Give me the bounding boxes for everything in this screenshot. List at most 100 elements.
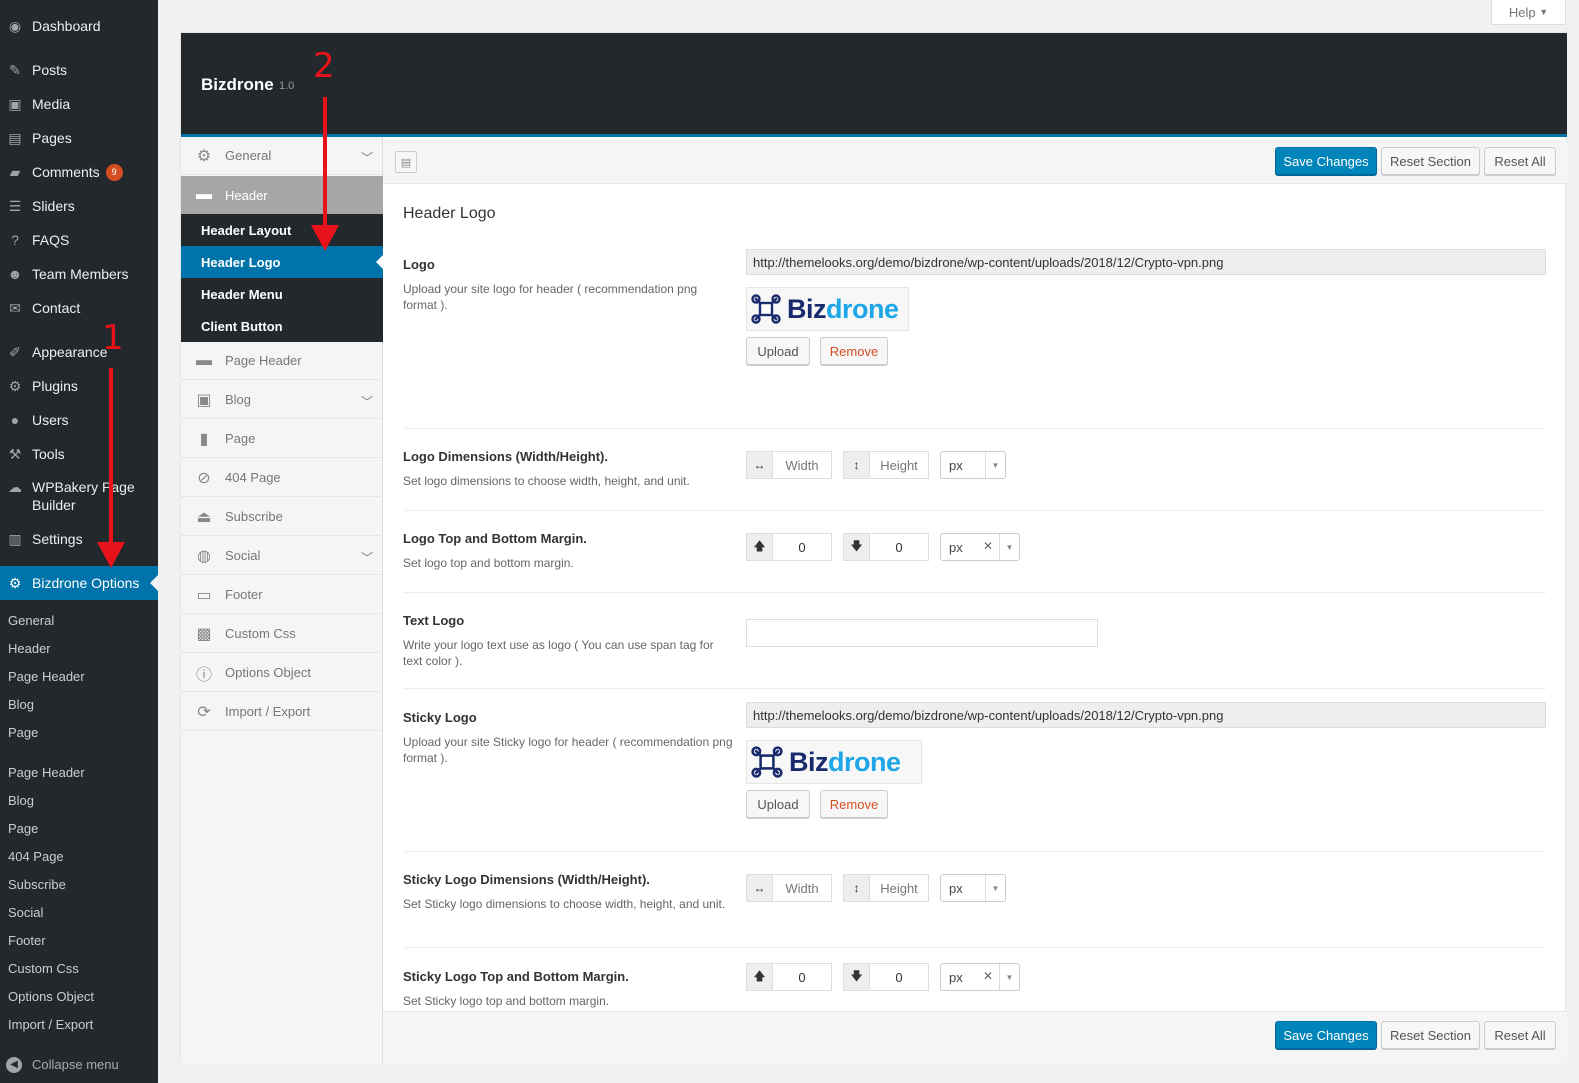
settings-icon: ▥ [8,531,22,547]
field-title: Logo Top and Bottom Margin. [403,531,587,546]
save-changes-button[interactable]: Save Changes [1275,147,1377,175]
submenu-blog[interactable]: Blog [8,697,34,712]
submenu-custom-css[interactable]: Custom Css [8,961,79,976]
dropdown-arrow-icon: ▼ [999,534,1019,560]
arrow-up-icon: 🡅 [747,964,773,990]
options-tab-import-export[interactable]: ⟳ Import / Export [181,693,383,731]
logo-url-field[interactable]: http://themelooks.org/demo/bizdrone/wp-c… [746,249,1546,275]
comment-icon: ▰ [9,164,21,180]
gear-icon: ⚙ [8,575,22,591]
sticky-margin-bottom-input[interactable]: 🡇 0 [843,963,929,991]
reset-all-button[interactable]: Reset All [1484,147,1556,175]
options-tab-header[interactable]: ▬ Header [181,176,383,214]
logo-margin-top-input[interactable]: 🡅 0 [746,533,832,561]
menu-sliders[interactable]: ☰ Sliders [0,189,158,223]
logo-margin-unit-select[interactable]: px ✕ ▼ [940,533,1020,561]
options-tab-custom-css[interactable]: ▩ Custom Css [181,615,383,653]
logo-margin-bottom-input[interactable]: 🡇 0 [843,533,929,561]
sticky-logo-remove-button[interactable]: Remove [820,790,888,818]
submenu-page[interactable]: Page [8,725,38,740]
submenu-blog-2[interactable]: Blog [8,793,34,808]
submenu-page-2[interactable]: Page [8,821,38,836]
sticky-width-input[interactable]: ↔ Width [746,874,832,902]
width-arrows-icon: ↔ [747,452,773,478]
slides-icon: ☰ [8,198,22,214]
menu-tools[interactable]: ⚒ Tools [0,437,158,471]
annotation-number-two: 2 [313,46,335,86]
menu-users[interactable]: ● Users [0,403,158,437]
logo-upload-button[interactable]: Upload [746,337,810,365]
top-action-bar: ▤ Save Changes Reset Section Reset All [383,140,1567,184]
options-subtab-header-logo[interactable]: Header Logo [181,246,383,278]
menu-pages[interactable]: ▤ Pages [0,121,158,155]
save-changes-button-bottom[interactable]: Save Changes [1275,1021,1377,1049]
info-icon: ⓘ [195,666,212,684]
logo-width-input[interactable]: ↔ Width [746,451,832,479]
submenu-subscribe[interactable]: Subscribe [8,877,66,892]
sticky-margin-top-input[interactable]: 🡅 0 [746,963,832,991]
logo-dimension-unit-select[interactable]: px ▼ [940,451,1006,479]
submenu-options-object[interactable]: Options Object [8,989,94,1004]
expand-options-button[interactable]: ▤ [395,151,417,173]
options-tab-footer[interactable]: ▭ Footer [181,576,383,614]
drone-logo-icon [751,294,781,324]
options-tab-404-page[interactable]: ⊘ 404 Page [181,459,383,497]
options-subtab-client-button[interactable]: Client Button [181,310,383,342]
menu-faqs[interactable]: ? FAQS [0,223,158,257]
reset-all-button-bottom[interactable]: Reset All [1484,1021,1556,1049]
sticky-margin-unit-select[interactable]: px ✕ ▼ [940,963,1020,991]
menu-dashboard[interactable]: ◉ Dashboard [0,9,158,43]
options-tab-subscribe[interactable]: ⏏ Subscribe [181,498,383,536]
menu-team-members[interactable]: ☻ Team Members [0,257,158,291]
menu-comments[interactable]: ▰ Comments 9 [0,155,158,189]
submenu-social[interactable]: Social [8,905,43,920]
reset-section-button-bottom[interactable]: Reset Section [1381,1021,1480,1049]
sticky-height-input[interactable]: ↕ Height [843,874,929,902]
collapse-menu-button[interactable]: ◀ Collapse menu [0,1046,158,1083]
menu-contact[interactable]: ✉ Contact [0,291,158,325]
menu-wpbakery[interactable]: ☁ WPBakery Page Builder [0,478,158,516]
bottom-action-bar: Save Changes Reset Section Reset All [383,1011,1567,1063]
menu-bizdrone-options[interactable]: ⚙ Bizdrone Options [0,566,158,600]
sticky-dimension-unit-select[interactable]: px ▼ [940,874,1006,902]
logo-remove-button[interactable]: Remove [820,337,888,365]
help-icon: ? [11,232,19,248]
logo-height-input[interactable]: ↕ Height [843,451,929,479]
options-tab-options-object[interactable]: ⓘ Options Object [181,654,383,692]
sticky-logo-upload-button[interactable]: Upload [746,790,810,818]
field-description: Set logo top and bottom margin. [403,556,574,570]
sticky-logo-url-field[interactable]: http://themelooks.org/demo/bizdrone/wp-c… [746,702,1546,728]
panel-header: Bizdrone 1.0 [181,33,1567,137]
submenu-404-page[interactable]: 404 Page [8,849,64,864]
user-icon: ● [10,412,20,428]
field-title: Text Logo [403,613,465,628]
help-tab[interactable]: Help ▼ [1491,0,1566,25]
options-tab-general[interactable]: ⚙ General ﹀ [181,137,383,175]
options-subtab-header-layout[interactable]: Header Layout [181,214,383,246]
submenu-general[interactable]: General [8,613,54,628]
menu-media[interactable]: ▣ Media [0,87,158,121]
submenu-header[interactable]: Header [8,641,51,656]
options-tab-page-header[interactable]: ▬ Page Header [181,342,383,380]
options-subtab-header-menu[interactable]: Header Menu [181,278,383,310]
height-arrows-icon: ↕ [844,875,870,901]
text-logo-input[interactable] [746,619,1098,647]
menu-settings[interactable]: ▥ Settings [0,522,158,556]
gear-icon: ⚙ [196,147,212,165]
footer-icon: ▭ [196,586,212,604]
options-tab-blog[interactable]: ▣ Blog ﹀ [181,381,383,419]
submenu-page-header-2[interactable]: Page Header [8,765,85,780]
submenu-page-header[interactable]: Page Header [8,669,85,684]
menu-plugins[interactable]: ⚙ Plugins [0,369,158,403]
field-description: Upload your site Sticky logo for header … [403,735,733,765]
clear-icon[interactable]: ✕ [983,539,993,553]
dropdown-arrow-icon: ▼ [985,452,1005,478]
submenu-footer[interactable]: Footer [8,933,46,948]
options-tab-social[interactable]: ◍ Social ﹀ [181,537,383,575]
menu-posts[interactable]: ✎ Posts [0,53,158,87]
submenu-import-export[interactable]: Import / Export [8,1017,93,1032]
reset-section-button[interactable]: Reset Section [1381,147,1480,175]
options-tab-page[interactable]: ▮ Page [181,420,383,458]
menu-appearance[interactable]: ✐ Appearance [0,335,158,369]
clear-icon[interactable]: ✕ [983,969,993,983]
